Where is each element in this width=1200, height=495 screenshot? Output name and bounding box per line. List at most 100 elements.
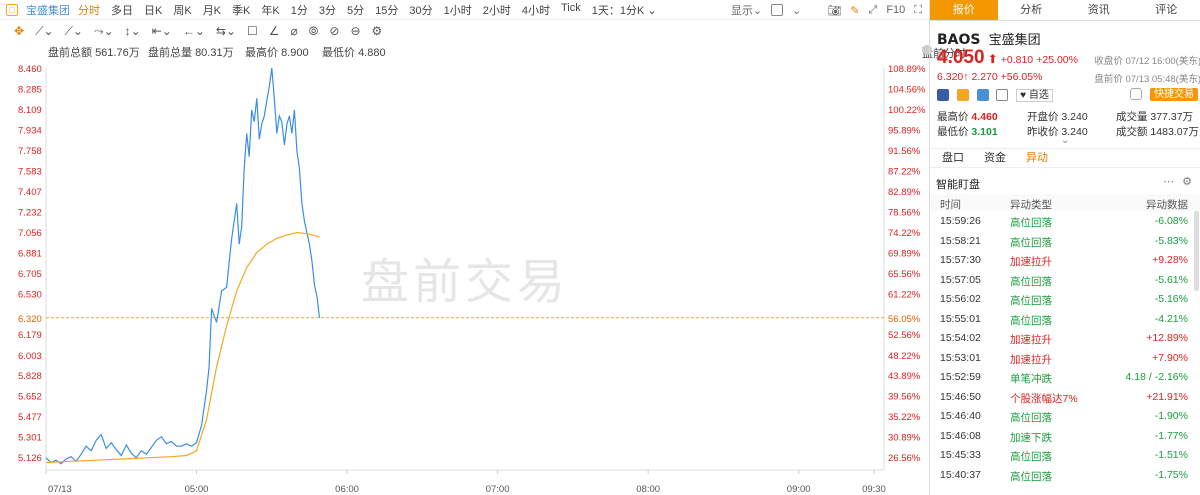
price-tick-label: 8.109 xyxy=(18,105,42,116)
period-tabs: 分时 多日 日K 周K 月K 季K 年K 1分 3分 5分 15分 30分 1小时 2小时 4小时 Tick 1… xyxy=(78,2,668,18)
period-tab[interactable]: 30分 xyxy=(409,2,432,18)
display-dropdown[interactable]: 显示⌄ xyxy=(731,2,762,18)
line-icon[interactable]: ⟋⌄ xyxy=(35,24,53,39)
monitor-data: -6.08% xyxy=(1154,215,1188,227)
sub-tab[interactable]: 盘口 xyxy=(942,149,964,167)
monitor-row[interactable]: 15:59:26 高位回落 -6.08% xyxy=(930,211,1200,231)
price-tick-label: 7.056 xyxy=(18,228,42,239)
period-tab[interactable]: 年K xyxy=(261,2,279,18)
stat-high: 4.460 xyxy=(971,111,998,123)
period-tab[interactable]: 月K xyxy=(203,2,221,18)
monitor-row[interactable]: 15:57:05 高位回落 -5.61% xyxy=(930,270,1200,290)
stat-volume: 377.37万 xyxy=(1150,111,1194,123)
period-tab[interactable]: 日K xyxy=(144,2,162,18)
eye-icon[interactable]: ⦾ xyxy=(309,24,319,39)
percent-tick-label: 74.22% xyxy=(888,228,921,239)
percent-tick-label: 26.56% xyxy=(888,453,921,464)
price-tick-label: 7.934 xyxy=(18,125,42,136)
period-tab[interactable]: 周K xyxy=(173,2,191,18)
watchlist-button[interactable]: ♥ 自选 xyxy=(1016,89,1053,102)
lock-icon[interactable]: ⊖ xyxy=(350,24,360,38)
price-tick-label: 6.530 xyxy=(18,289,42,300)
period-tab[interactable]: 1天：1分K ⌄ xyxy=(592,2,657,18)
share-icon[interactable] xyxy=(976,89,989,102)
more-icon[interactable]: ⋯ xyxy=(1163,175,1174,188)
magnet-icon[interactable]: ⌀ xyxy=(291,24,298,38)
percent-tick-label: 30.89% xyxy=(888,433,921,444)
delete-icon[interactable]: ⊘ xyxy=(329,24,339,38)
period-tab[interactable]: 4小时 xyxy=(522,2,550,18)
stat-high-label: 最高价 xyxy=(937,111,969,123)
quote-tabs: 报价 分析 资讯 评论 xyxy=(930,0,1200,21)
circle-icon[interactable]: ⇆⌄ xyxy=(216,24,236,38)
arrow-icon[interactable]: ⇤⌄ xyxy=(152,24,172,38)
dropdown-arrow-icon[interactable]: ⌄ xyxy=(792,4,801,17)
monitor-row[interactable]: 15:53:01 加速拉升 +7.90% xyxy=(930,348,1200,368)
monitor-row[interactable]: 15:46:40 高位回落 -1.90% xyxy=(930,406,1200,426)
edit-icon[interactable]: ∠ xyxy=(269,24,280,38)
monitor-type: 高位回落 xyxy=(1010,275,1052,288)
lightning-icon[interactable] xyxy=(956,89,969,102)
stock-name[interactable]: 宝盛集团 xyxy=(26,2,70,18)
monitor-row[interactable]: 15:57:30 加速拉升 +9.28% xyxy=(930,250,1200,270)
quick-trade-button[interactable]: 快捷交易 xyxy=(1150,88,1198,101)
pencil-icon[interactable]: ✎ xyxy=(850,4,859,17)
polyline-icon[interactable]: ⟋⌄ xyxy=(65,24,83,39)
quote-tab[interactable]: 资讯 xyxy=(1065,0,1133,20)
monitor-row[interactable]: 15:55:01 高位回落 -4.21% xyxy=(930,309,1200,329)
percent-tick-label: 78.56% xyxy=(888,207,921,218)
period-tab[interactable]: 2小时 xyxy=(483,2,511,18)
monitor-row[interactable]: 15:56:02 高位回落 -5.16% xyxy=(930,289,1200,309)
monitor-data: -5.83% xyxy=(1154,234,1188,247)
monitor-header: 时间 异动类型 异动数据 xyxy=(930,194,1200,211)
segment-icon[interactable]: ↕⌄ xyxy=(125,24,141,38)
intraday-chart[interactable]: 8.460 108.89% 8.285 104.56% 8.109 100.22% 7.93… xyxy=(0,58,928,495)
period-tab[interactable]: Tick xyxy=(561,2,581,18)
monitor-row[interactable]: 15:45:33 高位回落 -1.51% xyxy=(930,445,1200,465)
sub-tab[interactable]: 资金 xyxy=(984,149,1006,167)
expand-chevron-icon[interactable]: ⌄ xyxy=(1061,135,1069,146)
stat-amount-label: 成交额 xyxy=(1116,126,1148,138)
sub-tab[interactable]: 异动 xyxy=(1026,149,1048,167)
period-tab[interactable]: 15分 xyxy=(375,2,398,18)
monitor-row[interactable]: 15:40:37 高位回落 -1.75% xyxy=(930,465,1200,485)
header-time: 时间 xyxy=(940,199,961,211)
period-tab[interactable]: 1分 xyxy=(291,2,308,18)
price-tick-label: 5.301 xyxy=(18,433,42,444)
period-tab[interactable]: 1小时 xyxy=(444,2,472,18)
bell-icon[interactable] xyxy=(1130,88,1143,101)
price-tick-label: 7.583 xyxy=(18,166,42,177)
checkbox-icon[interactable] xyxy=(771,4,784,16)
f10-button[interactable]: F10 xyxy=(886,4,905,16)
settings-icon[interactable]: ⚙ xyxy=(372,24,383,38)
comment-icon[interactable]: ☐ xyxy=(247,24,258,38)
camera-icon[interactable]: 📷︎ xyxy=(827,4,841,17)
header-type: 异动类型 xyxy=(1010,199,1052,211)
period-tab[interactable]: 季K xyxy=(232,2,250,18)
period-tab[interactable]: 5分 xyxy=(347,2,364,18)
expand-icon[interactable]: ⤢ xyxy=(869,4,878,17)
period-tab[interactable]: 3分 xyxy=(319,2,336,18)
monitor-settings-icon[interactable]: ⚙ xyxy=(1182,175,1192,188)
parallel-icon[interactable]: ←⌄ xyxy=(183,24,205,38)
fullscreen-icon[interactable]: ⛶ xyxy=(914,4,922,17)
period-tab[interactable]: 多日 xyxy=(111,2,133,18)
quote-tab[interactable]: 评论 xyxy=(1133,0,1200,20)
monitor-row[interactable]: 15:46:50 个股涨幅达7% +21.91% xyxy=(930,387,1200,407)
monitor-row[interactable]: 15:46:08 加速下跌 -1.77% xyxy=(930,426,1200,446)
stat-prev-close-label: 昨收价 xyxy=(1027,126,1059,138)
monitor-type: 加速拉升 xyxy=(1010,334,1052,346)
move-icon[interactable]: ✥ xyxy=(14,24,24,38)
watermark-text: 盘前交易 xyxy=(361,254,569,310)
monitor-scrollbar[interactable] xyxy=(1194,211,1199,291)
monitor-row[interactable]: 15:54:02 加速拉升 +12.89% xyxy=(930,328,1200,348)
note-icon[interactable] xyxy=(996,89,1009,102)
monitor-row[interactable]: 15:58:21 高位回落 -5.83% xyxy=(930,231,1200,251)
time-tick-label: 07/13 xyxy=(48,484,72,495)
quote-tab[interactable]: 报价 xyxy=(930,0,998,20)
wave-icon[interactable]: ⤳⌄ xyxy=(94,24,114,39)
period-tab[interactable]: 分时 xyxy=(78,2,100,18)
percent-tick-label: 95.89% xyxy=(888,125,921,136)
quote-tab[interactable]: 分析 xyxy=(998,0,1066,20)
monitor-row[interactable]: 15:52:59 单笔冲跌 4.18 / -2.16% xyxy=(930,367,1200,387)
